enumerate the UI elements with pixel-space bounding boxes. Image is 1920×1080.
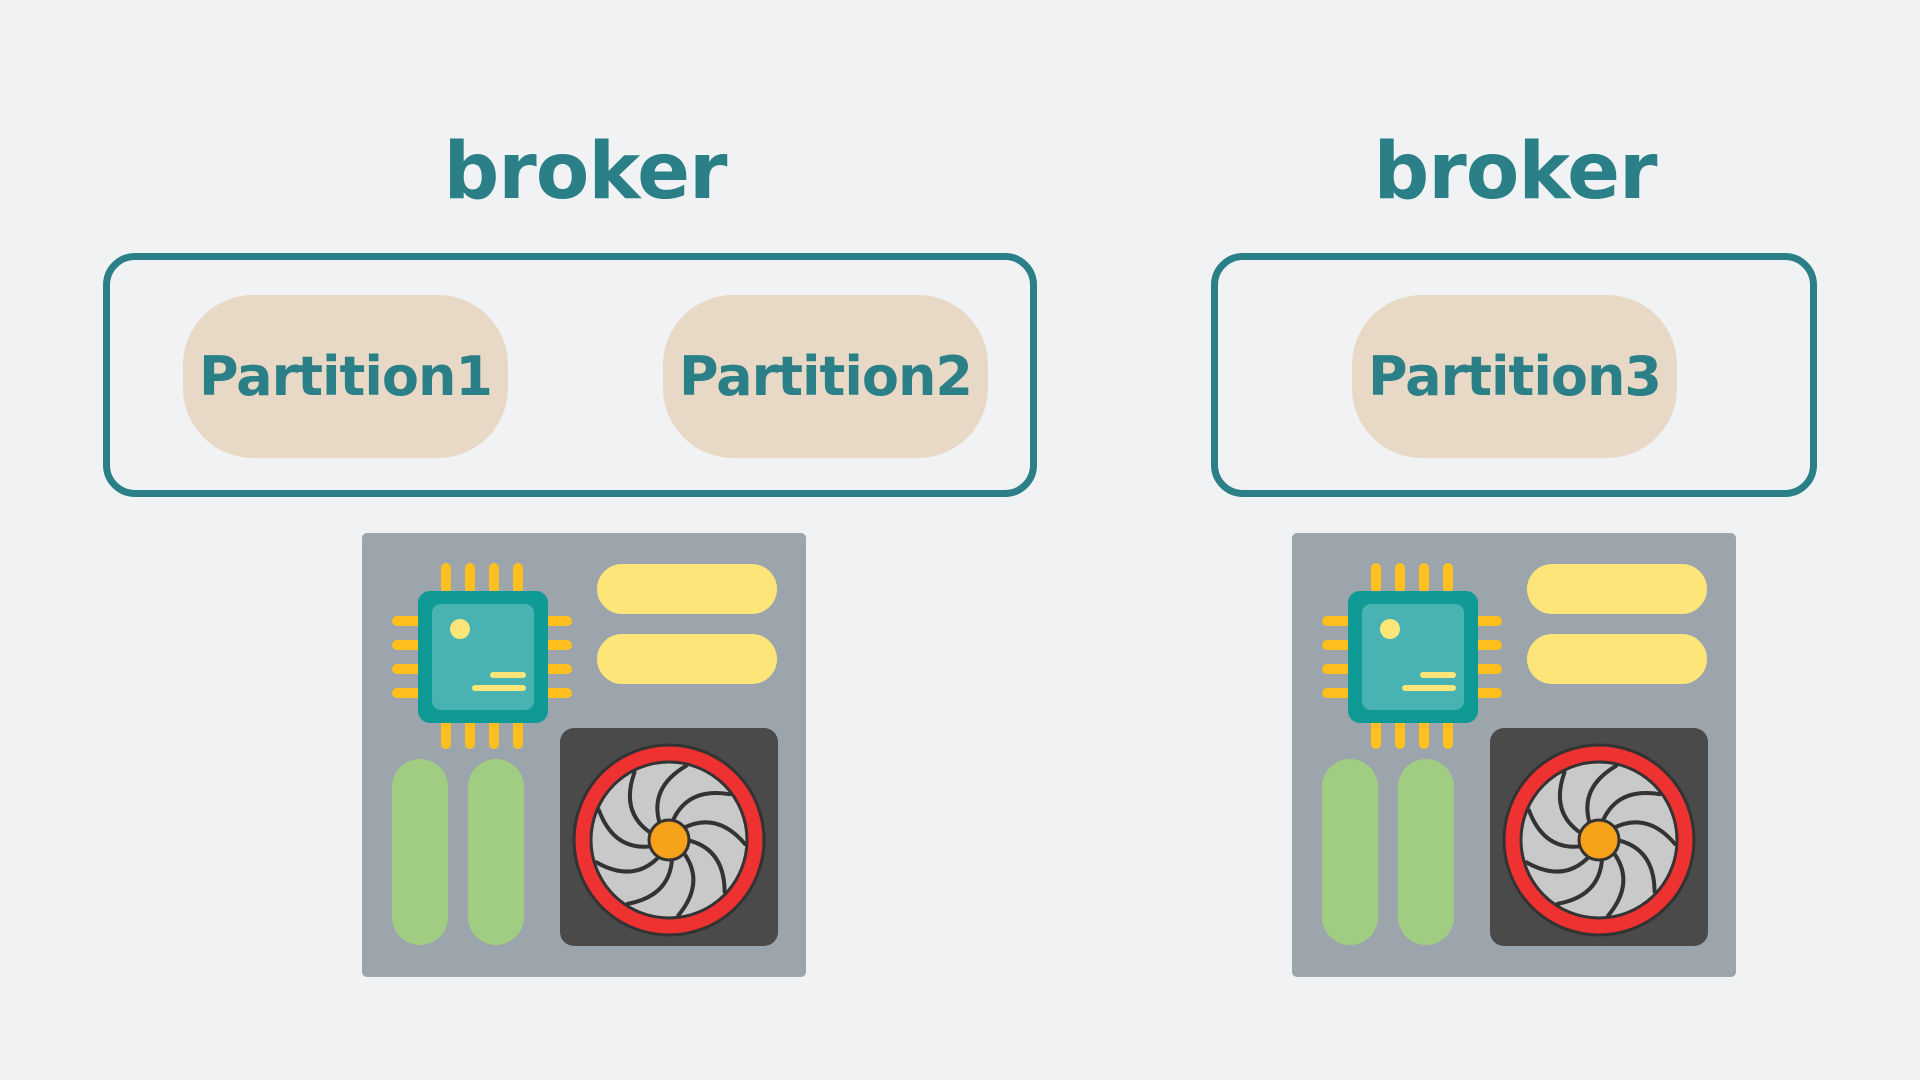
cpu-core: [1362, 604, 1464, 710]
chip-line: [490, 672, 526, 678]
expansion-slot: [1398, 759, 1454, 945]
chip-pin: [465, 719, 475, 749]
chip-pin: [1322, 664, 1352, 674]
server-icon: [362, 533, 806, 977]
server-icon: [1292, 533, 1736, 977]
chip-pin: [1322, 640, 1352, 650]
chip-pin: [1322, 616, 1352, 626]
chip-pin: [441, 719, 451, 749]
fan-hub: [647, 818, 691, 862]
ram-stick: [597, 564, 777, 614]
partition-label: Partition3: [1368, 345, 1662, 408]
chip-pin: [392, 640, 422, 650]
broker-1-title: broker: [443, 127, 727, 217]
chip-pin: [1443, 719, 1453, 749]
chip-pin: [1419, 563, 1429, 593]
ram-stick: [1527, 564, 1707, 614]
chip-pin: [392, 664, 422, 674]
chip-dot: [1380, 619, 1400, 639]
fan-hub: [1577, 818, 1621, 862]
expansion-slot: [468, 759, 524, 945]
chip-pin: [1443, 563, 1453, 593]
chip-dot: [450, 619, 470, 639]
chip-pin: [1322, 688, 1352, 698]
chip-pin: [513, 719, 523, 749]
chip-pin: [392, 616, 422, 626]
chip-pin: [1371, 563, 1381, 593]
chip-line: [1420, 672, 1456, 678]
ram-stick: [597, 634, 777, 684]
broker-1-partition-1: Partition1: [183, 295, 508, 458]
chip-pin: [441, 563, 451, 593]
chip-pin: [1395, 563, 1405, 593]
chip-pin: [489, 719, 499, 749]
partition-label: Partition2: [679, 345, 973, 408]
cpu-core: [432, 604, 534, 710]
chip-pin: [1395, 719, 1405, 749]
broker-2-title: broker: [1373, 127, 1657, 217]
kafka-broker-diagram: broker Partition1 Partition2 broker Part…: [0, 0, 1920, 1080]
chip-line: [472, 685, 526, 691]
partition-label: Partition1: [199, 345, 493, 408]
chip-pin: [392, 688, 422, 698]
broker-1-partition-2: Partition2: [663, 295, 988, 458]
chip-pin: [489, 563, 499, 593]
chip-line: [1402, 685, 1456, 691]
chip-pin: [1419, 719, 1429, 749]
broker-2-partition-1: Partition3: [1352, 295, 1677, 458]
expansion-slot: [392, 759, 448, 945]
ram-stick: [1527, 634, 1707, 684]
chip-pin: [465, 563, 475, 593]
chip-pin: [1371, 719, 1381, 749]
expansion-slot: [1322, 759, 1378, 945]
chip-pin: [513, 563, 523, 593]
